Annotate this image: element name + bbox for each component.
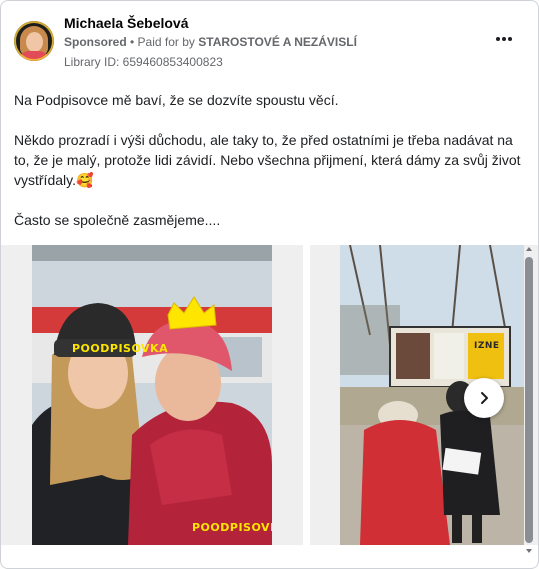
meta-separator: •	[126, 35, 138, 49]
selfie-photo: POODPISOVKA POODPISOVKA	[32, 245, 272, 545]
payer-name: STAROSTOVÉ A NEZÁVISLÍ	[198, 35, 357, 49]
scroll-up-arrow-icon[interactable]	[525, 245, 533, 253]
post-paragraph: Často se společně zasmějeme....	[14, 212, 221, 228]
scroll-thumb[interactable]	[525, 257, 533, 543]
ad-card: Michaela Šebelová Sponsored • Paid for b…	[0, 0, 539, 569]
post-header: Michaela Šebelová Sponsored • Paid for b…	[14, 13, 526, 73]
sponsored-label: Sponsored	[64, 35, 127, 49]
more-dots-icon	[496, 37, 500, 41]
post-paragraph: Někdo prozradí i výši důchodu, ale taky …	[14, 132, 521, 188]
carousel-slide-1[interactable]: POODPISOVKA POODPISOVKA	[1, 245, 303, 545]
post-text: Na Podpisovce mě baví, že se dozvíte spo…	[14, 90, 526, 230]
watermark-text: POODPISOVKA	[192, 521, 272, 534]
media-carousel: POODPISOVKA POODPISOVKA	[1, 245, 538, 545]
paid-for-prefix: Paid for by	[137, 35, 199, 49]
library-id: Library ID: 659460853400823	[64, 55, 223, 69]
sponsor-line: Sponsored • Paid for by STAROSTOVÉ A NEZ…	[64, 35, 357, 49]
author-name[interactable]: Michaela Šebelová	[64, 15, 189, 31]
vertical-scrollbar[interactable]	[524, 245, 534, 555]
chevron-right-icon	[481, 392, 488, 404]
more-options-button[interactable]	[490, 29, 518, 49]
hat-brand-text: POODPISOVKA	[72, 342, 169, 355]
scroll-down-arrow-icon[interactable]	[525, 547, 533, 555]
author-avatar[interactable]	[14, 21, 54, 61]
carousel-next-button[interactable]	[464, 378, 504, 418]
post-paragraph: Na Podpisovce mě baví, že se dozvíte spo…	[14, 92, 339, 108]
sign-text: IZNE	[474, 341, 500, 351]
